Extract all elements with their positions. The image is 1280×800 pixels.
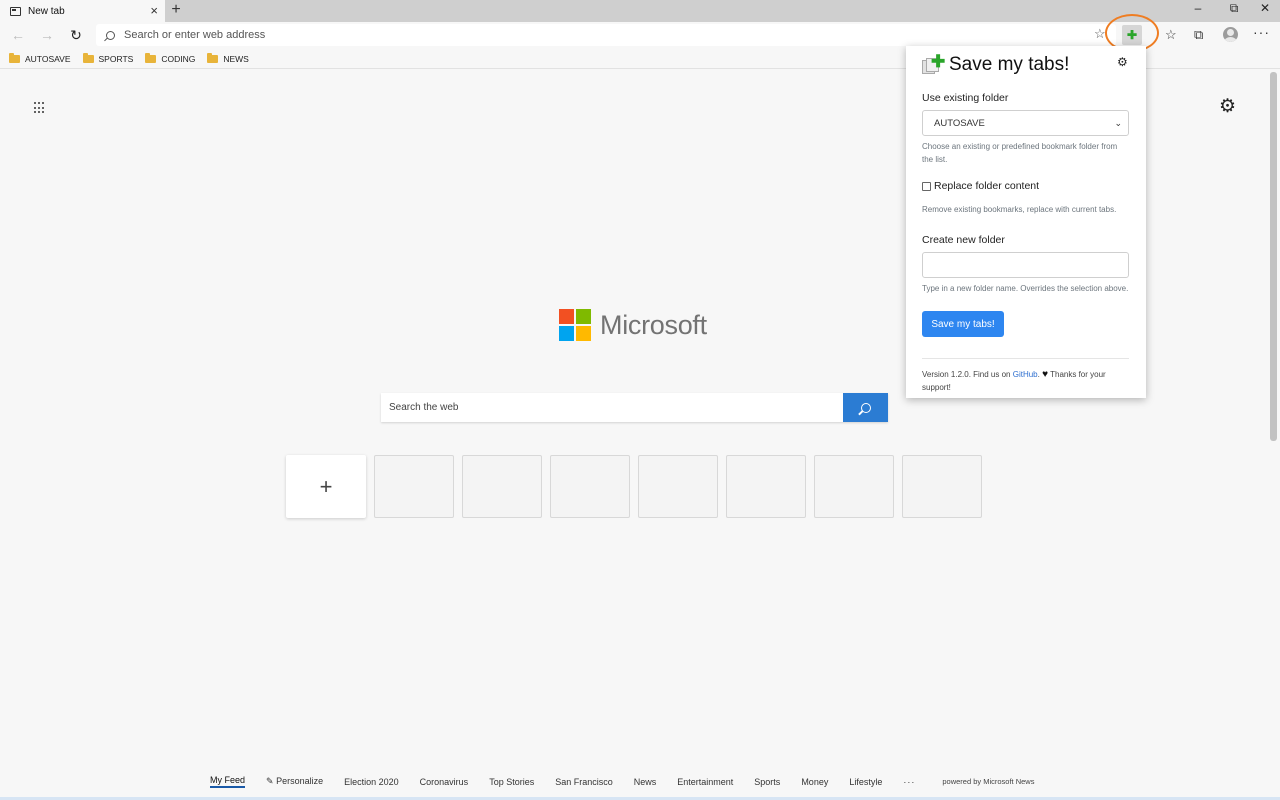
search-icon: [860, 402, 871, 413]
web-search-box: [381, 393, 888, 422]
address-bar[interactable]: Search or enter web address: [96, 24, 1116, 46]
logo-square-red: [559, 309, 574, 324]
quick-link-tile[interactable]: [902, 455, 982, 518]
bookmark-label: SPORTS: [98, 53, 134, 64]
feed-tab-sports[interactable]: Sports: [754, 777, 780, 787]
quick-link-tile[interactable]: [374, 455, 454, 518]
bookmark-label: CODING: [161, 53, 196, 64]
feed-more-icon[interactable]: ···: [903, 777, 915, 787]
existing-folder-help: Choose an existing or predefined bookmar…: [922, 142, 1118, 164]
feed-tab-coronavirus[interactable]: Coronavirus: [420, 777, 469, 787]
existing-folder-value: AUTOSAVE: [934, 117, 985, 129]
new-tab-button[interactable]: +: [168, 0, 184, 22]
restore-button[interactable]: ⧉: [1224, 1, 1244, 16]
quick-link-tile[interactable]: [726, 455, 806, 518]
microsoft-squares-icon: [559, 309, 591, 341]
favorites-icon[interactable]: ☆: [1165, 27, 1177, 43]
bookmark-folder-autosave[interactable]: AUTOSAVE: [9, 52, 71, 64]
replace-folder-checkbox[interactable]: [922, 181, 931, 191]
bookmark-label: AUTOSAVE: [25, 53, 71, 64]
app-launcher-icon[interactable]: [34, 102, 46, 114]
tab-page-icon: [10, 6, 21, 16]
page-scrollbar[interactable]: [1270, 72, 1277, 441]
powered-by-text: powered by Microsoft News: [942, 777, 1035, 786]
feed-navigation: My Feed ✎ Personalize Election 2020 Coro…: [210, 775, 1034, 788]
quick-link-tile[interactable]: [550, 455, 630, 518]
popup-settings-gear-icon[interactable]: ⚙: [1117, 55, 1128, 69]
back-icon[interactable]: ←: [8, 25, 28, 45]
bookmark-folder-news[interactable]: NEWS: [207, 52, 249, 64]
replace-folder-row: Replace folder content: [922, 180, 1130, 192]
feed-tab-personalize[interactable]: ✎ Personalize: [266, 776, 323, 787]
replace-folder-label: Replace folder content: [934, 180, 1040, 192]
address-placeholder: Search or enter web address: [124, 29, 266, 41]
toolbar: ← → ↻ Search or enter web address ☆ ✚ ☆ …: [0, 22, 1280, 48]
save-my-tabs-button[interactable]: Save my tabs!: [922, 311, 1004, 337]
tab-strip: New tab × + – ⧉ ✕: [0, 0, 1280, 22]
feed-tab-top-stories[interactable]: Top Stories: [489, 777, 534, 787]
folder-icon: [145, 52, 157, 63]
quick-links: +: [286, 455, 982, 518]
new-folder-input[interactable]: [922, 252, 1129, 278]
feed-tab-my-feed[interactable]: My Feed: [210, 775, 246, 788]
replace-folder-help: Remove existing bookmarks, replace with …: [922, 205, 1117, 214]
feed-tab-lifestyle[interactable]: Lifestyle: [849, 777, 882, 787]
web-search-button[interactable]: [843, 393, 888, 422]
popup-footer: Version 1.2.0. Find us on GitHub. ♥ Than…: [922, 369, 1106, 392]
logo-square-blue: [559, 326, 574, 341]
profile-avatar[interactable]: [1223, 27, 1238, 42]
feed-tab-san-francisco[interactable]: San Francisco: [555, 777, 613, 787]
quick-link-tile[interactable]: [638, 455, 718, 518]
save-tabs-logo-icon: ✚: [922, 52, 945, 75]
microsoft-logo: Microsoft: [559, 309, 707, 341]
feed-tab-entertainment[interactable]: Entertainment: [677, 777, 733, 787]
web-search-input[interactable]: [381, 393, 843, 422]
folder-icon: [207, 52, 219, 63]
tab-close-icon[interactable]: ×: [150, 3, 158, 18]
folder-icon: [9, 52, 20, 63]
popup-title: Save my tabs!: [949, 54, 1070, 75]
feed-tab-news[interactable]: News: [634, 777, 657, 787]
existing-folder-select[interactable]: AUTOSAVE ⌄: [922, 110, 1129, 136]
feed-tab-money[interactable]: Money: [801, 777, 828, 787]
tab-title: New tab: [28, 5, 65, 17]
collections-icon[interactable]: ⧉: [1194, 27, 1203, 43]
logo-square-yellow: [576, 326, 591, 341]
new-folder-label: Create new folder: [922, 234, 1005, 246]
popup-header: ✚ Save my tabs!: [922, 52, 1130, 76]
chevron-down-icon: ⌄: [1114, 117, 1122, 128]
github-link[interactable]: GitHub: [1013, 370, 1038, 379]
feed-tab-election[interactable]: Election 2020: [344, 777, 399, 787]
more-menu-icon[interactable]: ···: [1253, 24, 1270, 40]
refresh-icon[interactable]: ↻: [66, 25, 86, 45]
close-window-button[interactable]: ✕: [1255, 1, 1275, 15]
add-quick-link-button[interactable]: +: [286, 455, 366, 518]
forward-icon[interactable]: →: [37, 25, 57, 45]
popup-divider: [922, 358, 1129, 359]
search-icon: [106, 30, 115, 40]
new-folder-help: Type in a new folder name. Overrides the…: [922, 284, 1129, 293]
footer-version-text: Version 1.2.0. Find us on: [922, 370, 1013, 379]
microsoft-wordmark: Microsoft: [600, 309, 707, 340]
bookmark-folder-coding[interactable]: CODING: [145, 52, 196, 64]
minimize-button[interactable]: –: [1188, 1, 1208, 15]
pencil-icon: ✎: [266, 776, 274, 786]
tab-new-tab[interactable]: New tab ×: [0, 0, 165, 22]
feed-tab-label: Personalize: [276, 776, 324, 786]
folder-icon: [82, 52, 94, 63]
existing-folder-label: Use existing folder: [922, 92, 1009, 104]
bookmark-folder-sports[interactable]: SPORTS: [82, 52, 134, 64]
save-my-tabs-popup: ✚ Save my tabs! ⚙ Use existing folder AU…: [906, 46, 1146, 398]
page-settings-gear-icon[interactable]: ⚙: [1219, 95, 1236, 118]
logo-square-green: [576, 309, 591, 324]
bookmark-label: NEWS: [223, 53, 249, 64]
quick-link-tile[interactable]: [814, 455, 894, 518]
favorite-star-icon[interactable]: ☆: [1094, 26, 1106, 42]
quick-link-tile[interactable]: [462, 455, 542, 518]
